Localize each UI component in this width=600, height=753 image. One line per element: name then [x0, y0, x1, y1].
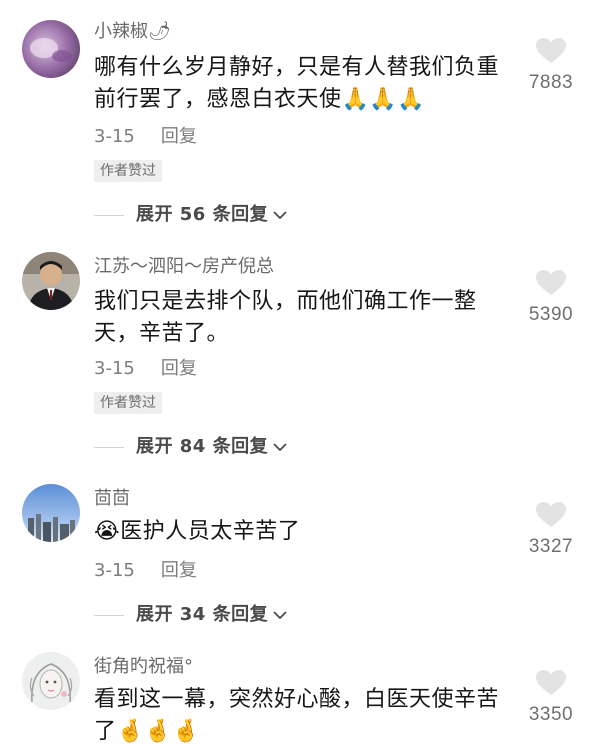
- comment-text: 我们只是去排个队，而他们确工作一整 天，辛苦了。: [94, 286, 524, 350]
- comment-meta: 3-15 回复: [94, 126, 197, 148]
- heart-icon: [536, 38, 566, 63]
- expand-replies-button[interactable]: 展开 56 条回复: [94, 204, 288, 226]
- comment-text-line: 了: [94, 719, 117, 744]
- comment-text-line: 医护人员太辛苦了: [120, 519, 301, 544]
- expand-replies-button[interactable]: 展开 34 条回复: [94, 604, 288, 626]
- like-button[interactable]: 5390: [516, 270, 586, 326]
- comment-meta: 3-15 回复: [94, 560, 197, 582]
- chevron-down-icon: [273, 443, 287, 452]
- like-button[interactable]: 3327: [516, 502, 586, 558]
- comment-text: 哪有什么岁月静好，只是有人替我们负重 前行罢了，感恩白衣天使🙏🙏🙏: [94, 52, 524, 116]
- comment-text-line: 天，辛苦了。: [94, 321, 230, 346]
- comment-text: 😭医护人员太辛苦了: [94, 516, 524, 548]
- username[interactable]: 街角旳祝福°: [94, 656, 193, 678]
- divider-line: [94, 214, 124, 216]
- comment-text: 看到这一幕，突然好心酸，白医天使辛苦 了🤞🤞🤞: [94, 684, 524, 748]
- comment-text-line: 我们只是去排个队，而他们确工作一整: [94, 289, 477, 314]
- username[interactable]: 江苏～泗阳～房产倪总: [94, 256, 274, 278]
- heart-icon: [536, 270, 566, 295]
- reply-button[interactable]: 回复: [161, 126, 197, 147]
- avatar[interactable]: [22, 484, 80, 542]
- reply-button[interactable]: 回复: [161, 560, 197, 581]
- author-liked-badge: 作者赞过: [94, 392, 162, 414]
- like-count: 7883: [528, 72, 574, 93]
- avatar[interactable]: [22, 20, 80, 78]
- crying-face-icon: 😭: [94, 519, 121, 544]
- comment-date: 3-15: [94, 560, 135, 581]
- like-count: 5390: [528, 304, 574, 325]
- author-liked-badge: 作者赞过: [94, 160, 162, 182]
- comment-text-line: 看到这一幕，突然好心酸，白医天使辛苦: [94, 687, 500, 712]
- like-count: 3327: [528, 536, 574, 557]
- comment-date: 3-15: [94, 126, 135, 147]
- praying-hands-icon: 🙏🙏🙏: [341, 87, 426, 112]
- crossed-fingers-icon: 🤞🤞🤞: [116, 719, 201, 744]
- avatar[interactable]: [22, 652, 80, 710]
- username[interactable]: 小辣椒🌶: [94, 21, 171, 43]
- comment-meta: 3-15 回复: [94, 358, 197, 380]
- divider-line: [94, 614, 124, 616]
- expand-replies-button[interactable]: 展开 84 条回复: [94, 436, 288, 458]
- username[interactable]: 茴茴: [94, 488, 130, 510]
- heart-icon: [536, 670, 566, 695]
- expand-replies-label: 展开 84 条回复: [136, 436, 269, 457]
- comment-date: 3-15: [94, 358, 135, 379]
- chevron-down-icon: [273, 611, 287, 620]
- girl-sketch-avatar-icon: [22, 652, 80, 710]
- expand-replies-label: 展开 34 条回复: [136, 604, 269, 625]
- expand-replies-label: 展开 56 条回复: [136, 204, 269, 225]
- avatar[interactable]: [22, 252, 80, 310]
- man-in-suit-avatar-icon: [22, 252, 80, 310]
- heart-icon: [536, 502, 566, 527]
- reply-button[interactable]: 回复: [161, 358, 197, 379]
- comment-text-line: 哪有什么岁月静好，只是有人替我们负重: [94, 55, 500, 80]
- purple-blur-avatar-icon: [22, 20, 80, 78]
- comment-text-line: 前行罢了，感恩白衣天使: [94, 87, 342, 112]
- like-count: 3350: [528, 704, 574, 725]
- divider-line: [94, 446, 124, 448]
- like-button[interactable]: 3350: [516, 670, 586, 726]
- chili-pepper-icon: 🌶: [148, 21, 171, 42]
- like-button[interactable]: 7883: [516, 38, 586, 94]
- chevron-down-icon: [273, 211, 287, 220]
- city-skyline-avatar-icon: [22, 484, 80, 542]
- username-text: 小辣椒: [94, 21, 148, 42]
